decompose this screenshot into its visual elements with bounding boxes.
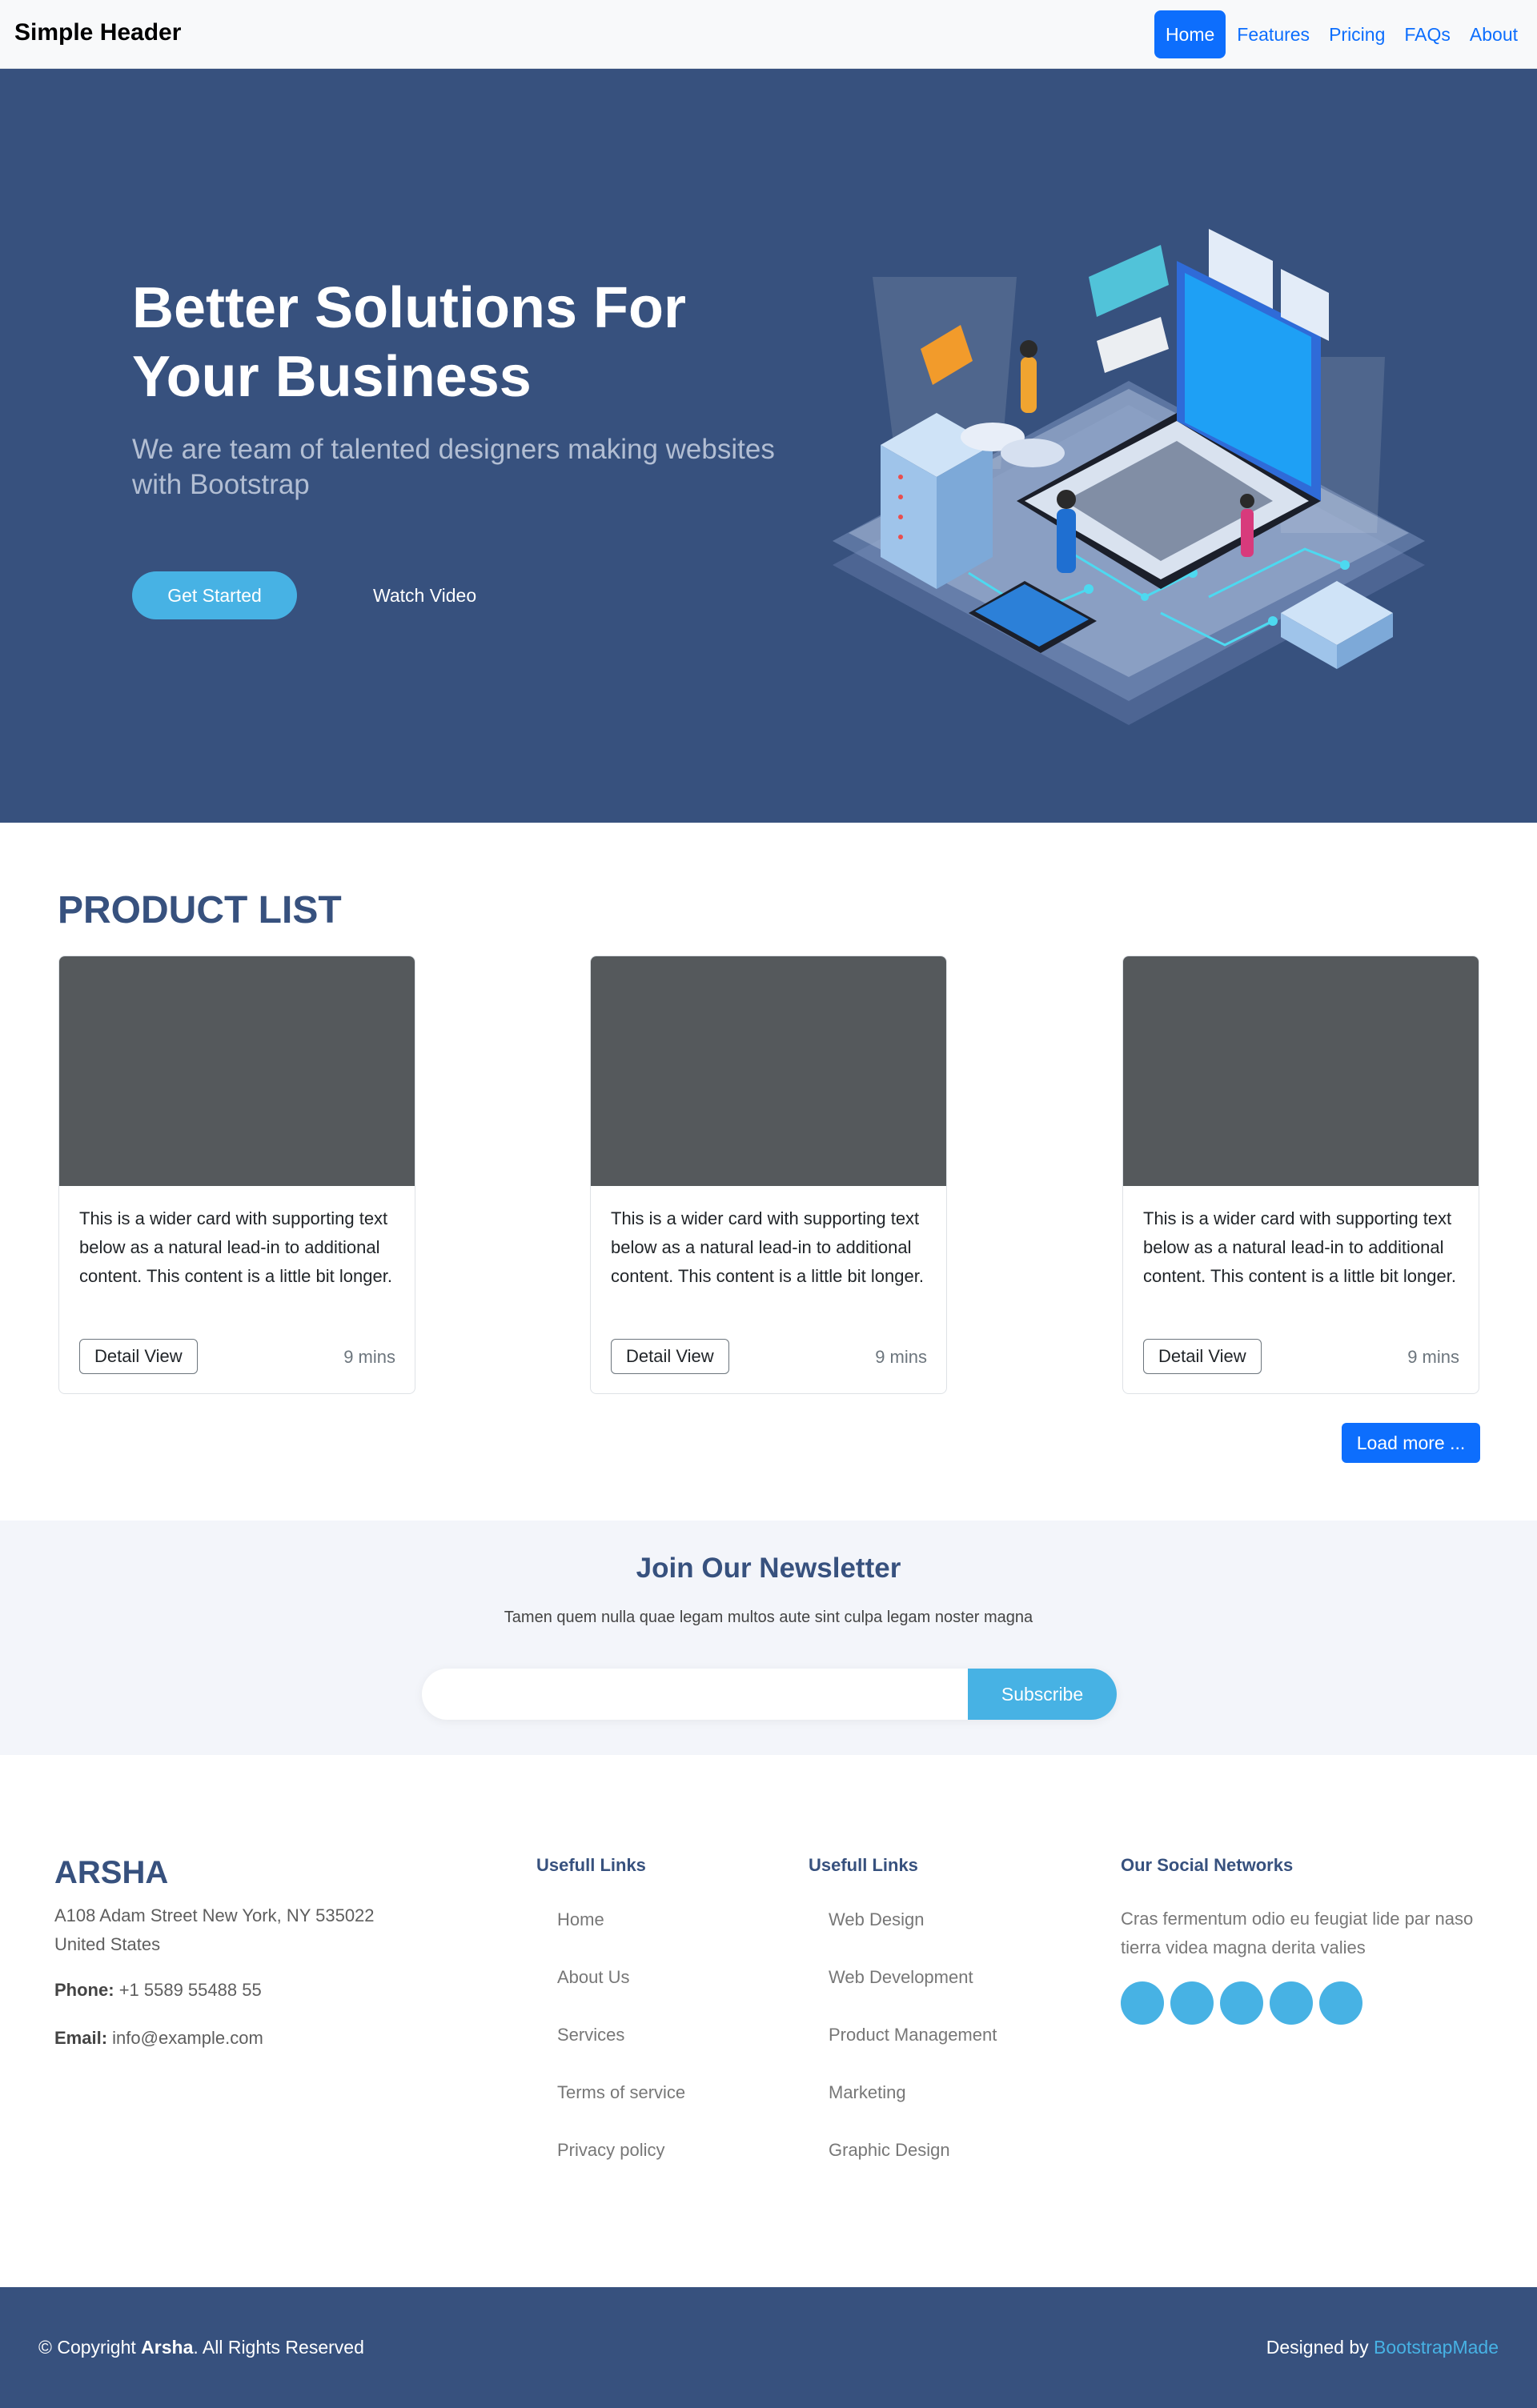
subscribe-button[interactable]: Subscribe bbox=[968, 1669, 1117, 1720]
useful-links-title: Usefull Links bbox=[536, 1855, 646, 1875]
card-text: This is a wider card with supporting tex… bbox=[79, 1208, 392, 1286]
phone-value: +1 5589 55488 55 bbox=[118, 1980, 262, 2000]
social-icon-1[interactable] bbox=[1121, 1981, 1164, 2025]
social-text: Cras fermentum odio eu feugiat lide par … bbox=[1121, 1909, 1474, 1957]
copyright-prefix: © Copyright bbox=[38, 2337, 136, 2358]
email-label: Email: bbox=[54, 2028, 108, 2048]
footer-link-terms[interactable]: Terms of service bbox=[557, 2082, 685, 2103]
card-time: 9 mins bbox=[343, 1347, 395, 1367]
useful-links-title-2: Usefull Links bbox=[809, 1855, 918, 1875]
social-icon-4[interactable] bbox=[1270, 1981, 1313, 2025]
footer-link-graphic-design[interactable]: Graphic Design bbox=[829, 2140, 950, 2161]
social-icon-3[interactable] bbox=[1220, 1981, 1263, 2025]
newsletter-title: Join Our Newsletter bbox=[636, 1553, 901, 1584]
nav-features[interactable]: Features bbox=[1227, 10, 1319, 58]
detail-view-button[interactable]: Detail View bbox=[79, 1339, 198, 1374]
nav-faqs[interactable]: FAQs bbox=[1395, 10, 1460, 58]
newsletter-form: Subscribe bbox=[422, 1669, 1117, 1720]
footer-link-web-development[interactable]: Web Development bbox=[829, 1967, 973, 1988]
footer-link-product-management[interactable]: Product Management bbox=[829, 2025, 997, 2045]
footer-address: A108 Adam Street New York, NY 535022 Uni… bbox=[54, 1905, 375, 1954]
top-navbar: Simple Header Home Features Pricing FAQs… bbox=[0, 0, 1537, 69]
hero-title-line1: Better Solutions For bbox=[132, 276, 687, 340]
social-networks-title: Our Social Networks bbox=[1121, 1855, 1294, 1875]
card-text: This is a wider card with supporting tex… bbox=[1143, 1208, 1456, 1286]
phone-label: Phone: bbox=[54, 1980, 114, 2000]
social-icon-2[interactable] bbox=[1170, 1981, 1214, 2025]
hero-illustration bbox=[833, 229, 1425, 725]
detail-view-button[interactable]: Detail View bbox=[611, 1339, 729, 1374]
newsletter-section: Join Our Newsletter Tamen quem nulla qua… bbox=[0, 1521, 1537, 1755]
subscribe-label: Subscribe bbox=[1001, 1684, 1084, 1705]
footer-link-web-design[interactable]: Web Design bbox=[829, 1909, 924, 1930]
footer-link-marketing[interactable]: Marketing bbox=[829, 2082, 906, 2103]
card-image-placeholder bbox=[59, 956, 415, 1186]
load-more-button[interactable]: Load more ... bbox=[1342, 1423, 1480, 1463]
email-value: info@example.com bbox=[112, 2028, 263, 2048]
nav-about[interactable]: About bbox=[1460, 10, 1527, 58]
product-card: This is a wider card with supporting tex… bbox=[58, 956, 415, 1394]
hero-title-line2: Your Business bbox=[132, 345, 532, 409]
footer-link-privacy[interactable]: Privacy policy bbox=[557, 2140, 664, 2161]
copyright-suffix: . All Rights Reserved bbox=[193, 2337, 364, 2358]
designed-by-prefix: Designed by bbox=[1266, 2337, 1369, 2358]
footer-link-services[interactable]: Services bbox=[557, 2025, 624, 2045]
footer-phone: Phone: +1 5589 55488 55 bbox=[54, 1980, 262, 2001]
detail-view-button[interactable]: Detail View bbox=[1143, 1339, 1262, 1374]
footer-email: Email: info@example.com bbox=[54, 2028, 263, 2049]
product-card: This is a wider card with supporting tex… bbox=[1122, 956, 1479, 1394]
footer-link-about-us[interactable]: About Us bbox=[557, 1967, 630, 1988]
footer-bottom-bar: © Copyright Arsha. All Rights Reserved D… bbox=[0, 2287, 1537, 2408]
copyright-text: © Copyright Arsha. All Rights Reserved bbox=[38, 2337, 364, 2358]
site-brand[interactable]: Simple Header bbox=[14, 19, 181, 46]
designed-by: Designed by BootstrapMade bbox=[1266, 2337, 1499, 2358]
watch-video-button[interactable]: Watch Video bbox=[373, 571, 476, 619]
newsletter-email-input[interactable] bbox=[438, 1669, 950, 1720]
card-text: This is a wider card with supporting tex… bbox=[611, 1208, 924, 1286]
card-time: 9 mins bbox=[875, 1347, 927, 1367]
card-image-placeholder bbox=[1123, 956, 1479, 1186]
main-nav: Home Features Pricing FAQs About bbox=[1154, 10, 1527, 58]
footer-link-home[interactable]: Home bbox=[557, 1909, 604, 1930]
hero-title: Better Solutions For Your Business bbox=[132, 274, 773, 411]
hero-section: Better Solutions For Your Business We ar… bbox=[0, 69, 1537, 823]
get-started-button[interactable]: Get Started bbox=[132, 571, 297, 619]
newsletter-subtitle: Tamen quem nulla quae legam multos aute … bbox=[504, 1609, 1033, 1626]
footer-brand: ARSHA bbox=[54, 1855, 169, 1890]
social-icon-5[interactable] bbox=[1319, 1981, 1362, 2025]
copyright-brand: Arsha bbox=[141, 2337, 194, 2358]
bootstrapmade-link[interactable]: BootstrapMade bbox=[1374, 2337, 1499, 2358]
hero-subtitle: We are team of talented designers making… bbox=[132, 434, 775, 500]
card-time: 9 mins bbox=[1407, 1347, 1459, 1367]
product-card: This is a wider card with supporting tex… bbox=[590, 956, 947, 1394]
card-image-placeholder bbox=[591, 956, 946, 1186]
nav-pricing[interactable]: Pricing bbox=[1319, 10, 1395, 58]
nav-home[interactable]: Home bbox=[1154, 10, 1226, 58]
product-list-title: PRODUCT LIST bbox=[58, 889, 342, 932]
